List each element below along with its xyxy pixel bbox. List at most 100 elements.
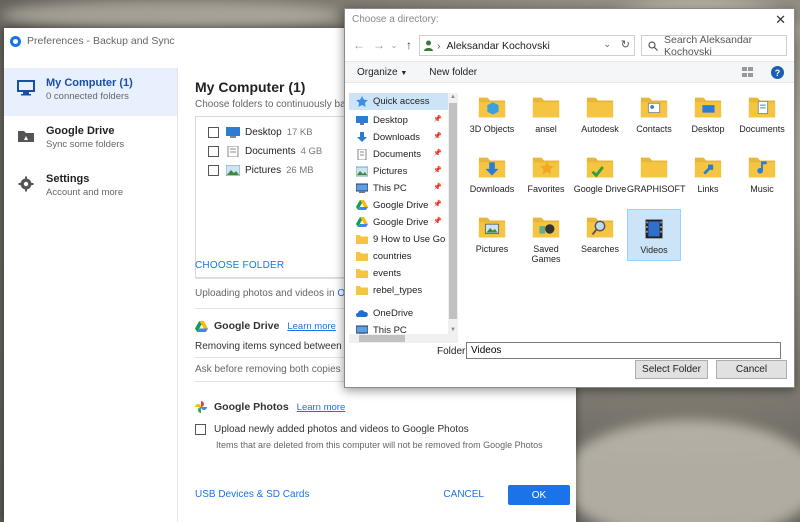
folder-icon bbox=[532, 97, 560, 118]
folder-tile[interactable]: Downloads bbox=[465, 149, 519, 201]
folder-tile[interactable]: Music bbox=[735, 149, 789, 201]
folder-tile[interactable]: 3D Objects bbox=[465, 89, 519, 141]
view-options-icon[interactable] bbox=[742, 67, 754, 78]
help-icon[interactable]: ? bbox=[771, 66, 784, 79]
sidebar-item-my-computer[interactable]: My Computer (1) 0 connected folders bbox=[4, 68, 177, 116]
sidebar-item-title: Settings bbox=[46, 173, 90, 185]
wallpaper-cloud bbox=[560, 420, 800, 522]
google-drive-icon bbox=[356, 200, 368, 211]
scroll-up-icon[interactable]: ▲ bbox=[448, 94, 458, 100]
3d-objects-folder-icon bbox=[478, 97, 506, 118]
nav-item[interactable]: Downloads 📌 bbox=[349, 129, 448, 146]
folder-tile[interactable]: ansel bbox=[519, 89, 573, 141]
nav-item[interactable]: Quick access bbox=[349, 93, 448, 110]
wallpaper-cloud bbox=[0, 0, 340, 30]
nav-item[interactable]: This PC 📌 bbox=[349, 180, 448, 197]
photos-upload-checkbox[interactable] bbox=[195, 424, 206, 435]
choose-folder-button[interactable]: CHOOSE FOLDER bbox=[195, 260, 284, 271]
folder-tile[interactable]: Videos bbox=[627, 209, 681, 261]
star-icon bbox=[356, 96, 368, 107]
nav-item[interactable]: Documents 📌 bbox=[349, 146, 448, 163]
folder-tile[interactable]: Autodesk bbox=[573, 89, 627, 141]
search-icon bbox=[648, 40, 658, 51]
folder-tile-label: Autodesk bbox=[581, 124, 619, 134]
folder-tile[interactable]: Saved Games bbox=[519, 209, 573, 264]
pin-icon: 📌 bbox=[433, 201, 442, 208]
usb-devices-link[interactable]: USB Devices & SD Cards bbox=[195, 489, 309, 500]
drive-removal-option[interactable]: Ask before removing both copies bbox=[195, 364, 341, 375]
nav-item[interactable]: Google Drive 📌 bbox=[349, 197, 448, 214]
ok-button[interactable]: OK bbox=[508, 485, 570, 505]
folder-input[interactable] bbox=[466, 342, 781, 359]
nav-item[interactable]: Pictures 📌 bbox=[349, 163, 448, 180]
navigation-pane-scrollbar[interactable]: ▲ ▼ bbox=[448, 93, 458, 334]
folder-tile[interactable]: Favorites bbox=[519, 149, 573, 201]
folder-row-desktop[interactable]: Desktop 17 KB bbox=[196, 124, 347, 141]
folder-name: Desktop bbox=[245, 127, 282, 138]
organize-menu[interactable]: Organize ▼ bbox=[357, 67, 407, 78]
forward-arrow-icon[interactable]: → bbox=[369, 38, 389, 52]
scroll-down-icon[interactable]: ▼ bbox=[448, 327, 458, 333]
videos-folder-icon bbox=[645, 219, 663, 239]
select-folder-button[interactable]: Select Folder bbox=[635, 360, 708, 379]
nav-item[interactable]: countries bbox=[349, 248, 448, 265]
google-drive-icon bbox=[195, 320, 208, 332]
address-bar[interactable]: › Aleksandar Kochovski ⌄ ↻ bbox=[419, 35, 635, 56]
folder-content-view: 3D Objects ansel Autodesk Contacts Desktop Do… bbox=[465, 89, 791, 339]
sidebar-item-settings[interactable]: Settings Account and more bbox=[4, 164, 177, 212]
folder-row-documents[interactable]: Documents 4 GB bbox=[196, 143, 347, 160]
folder-tile[interactable]: Pictures bbox=[465, 209, 519, 261]
folder-tile[interactable]: Contacts bbox=[627, 89, 681, 141]
folder-icon bbox=[356, 251, 368, 262]
google-drive-icon bbox=[356, 217, 368, 228]
search-box[interactable]: Search Aleksandar Kochovski bbox=[641, 34, 787, 58]
dialog-cancel-button[interactable]: Cancel bbox=[716, 360, 787, 379]
documents-icon bbox=[356, 148, 368, 161]
refresh-icon[interactable]: ↻ bbox=[621, 38, 630, 51]
nav-item-label: Pictures bbox=[373, 166, 408, 177]
folder-row-pictures[interactable]: Pictures 26 MB bbox=[196, 162, 347, 179]
nav-item-label: countries bbox=[373, 251, 412, 262]
sidebar-item-google-drive[interactable]: Google Drive Sync some folders bbox=[4, 116, 177, 164]
google-drive-learn-more-link[interactable]: Learn more bbox=[287, 321, 336, 332]
pictures-icon bbox=[226, 165, 240, 176]
links-folder-icon bbox=[694, 157, 722, 178]
photos-upload-option[interactable]: Upload newly added photos and videos to … bbox=[195, 424, 469, 435]
google-photos-learn-more-link[interactable]: Learn more bbox=[297, 402, 346, 413]
address-dropdown-icon[interactable]: ⌄ bbox=[603, 39, 611, 50]
desktop-icon bbox=[356, 115, 368, 126]
folder-checkbox[interactable] bbox=[208, 127, 219, 138]
cancel-button[interactable]: CANCEL bbox=[443, 489, 484, 500]
upload-note-text: Uploading photos and videos in bbox=[195, 288, 335, 299]
desktop-icon bbox=[226, 127, 240, 138]
nav-item[interactable]: Desktop 📌 bbox=[349, 112, 448, 129]
google-photos-section-title: Google Photos bbox=[214, 401, 289, 413]
folder-tile[interactable]: Links bbox=[681, 149, 735, 201]
folder-tile[interactable]: Desktop bbox=[681, 89, 735, 141]
command-bar: Organize ▼ New folder ? bbox=[345, 61, 794, 83]
recent-dropdown-icon[interactable]: ⌄ bbox=[389, 41, 399, 50]
folder-tile[interactable]: Searches bbox=[573, 209, 627, 261]
nav-item-label: Downloads bbox=[373, 132, 420, 143]
back-arrow-icon[interactable]: ← bbox=[349, 38, 369, 52]
nav-item[interactable]: rebel_types bbox=[349, 282, 448, 299]
scrollbar-thumb[interactable] bbox=[449, 103, 457, 319]
nav-item[interactable]: Google Drive 📌 bbox=[349, 214, 448, 231]
close-icon[interactable]: ✕ bbox=[775, 12, 786, 28]
sidebar-item-title: My Computer (1) bbox=[46, 77, 133, 89]
nav-item[interactable]: This PC bbox=[349, 322, 448, 334]
folder-tile[interactable]: Documents bbox=[735, 89, 789, 141]
folder-field-row: Folder: bbox=[345, 341, 794, 361]
nav-item[interactable]: events bbox=[349, 265, 448, 282]
nav-item[interactable]: 9 How to Use Go bbox=[349, 231, 448, 248]
nav-item[interactable]: OneDrive bbox=[349, 305, 448, 322]
new-folder-button[interactable]: New folder bbox=[429, 67, 477, 78]
folder-tile-label: Desktop bbox=[691, 124, 725, 134]
up-arrow-icon[interactable]: ↑ bbox=[399, 38, 419, 52]
folder-tile[interactable]: Google Drive bbox=[573, 149, 627, 201]
folder-tile[interactable]: GRAPHISOFT bbox=[627, 149, 686, 201]
downloads-folder-icon bbox=[478, 157, 506, 178]
folder-checkbox[interactable] bbox=[208, 165, 219, 176]
folder-tile-label: GRAPHISOFT bbox=[627, 184, 686, 194]
folder-checkbox[interactable] bbox=[208, 146, 219, 157]
